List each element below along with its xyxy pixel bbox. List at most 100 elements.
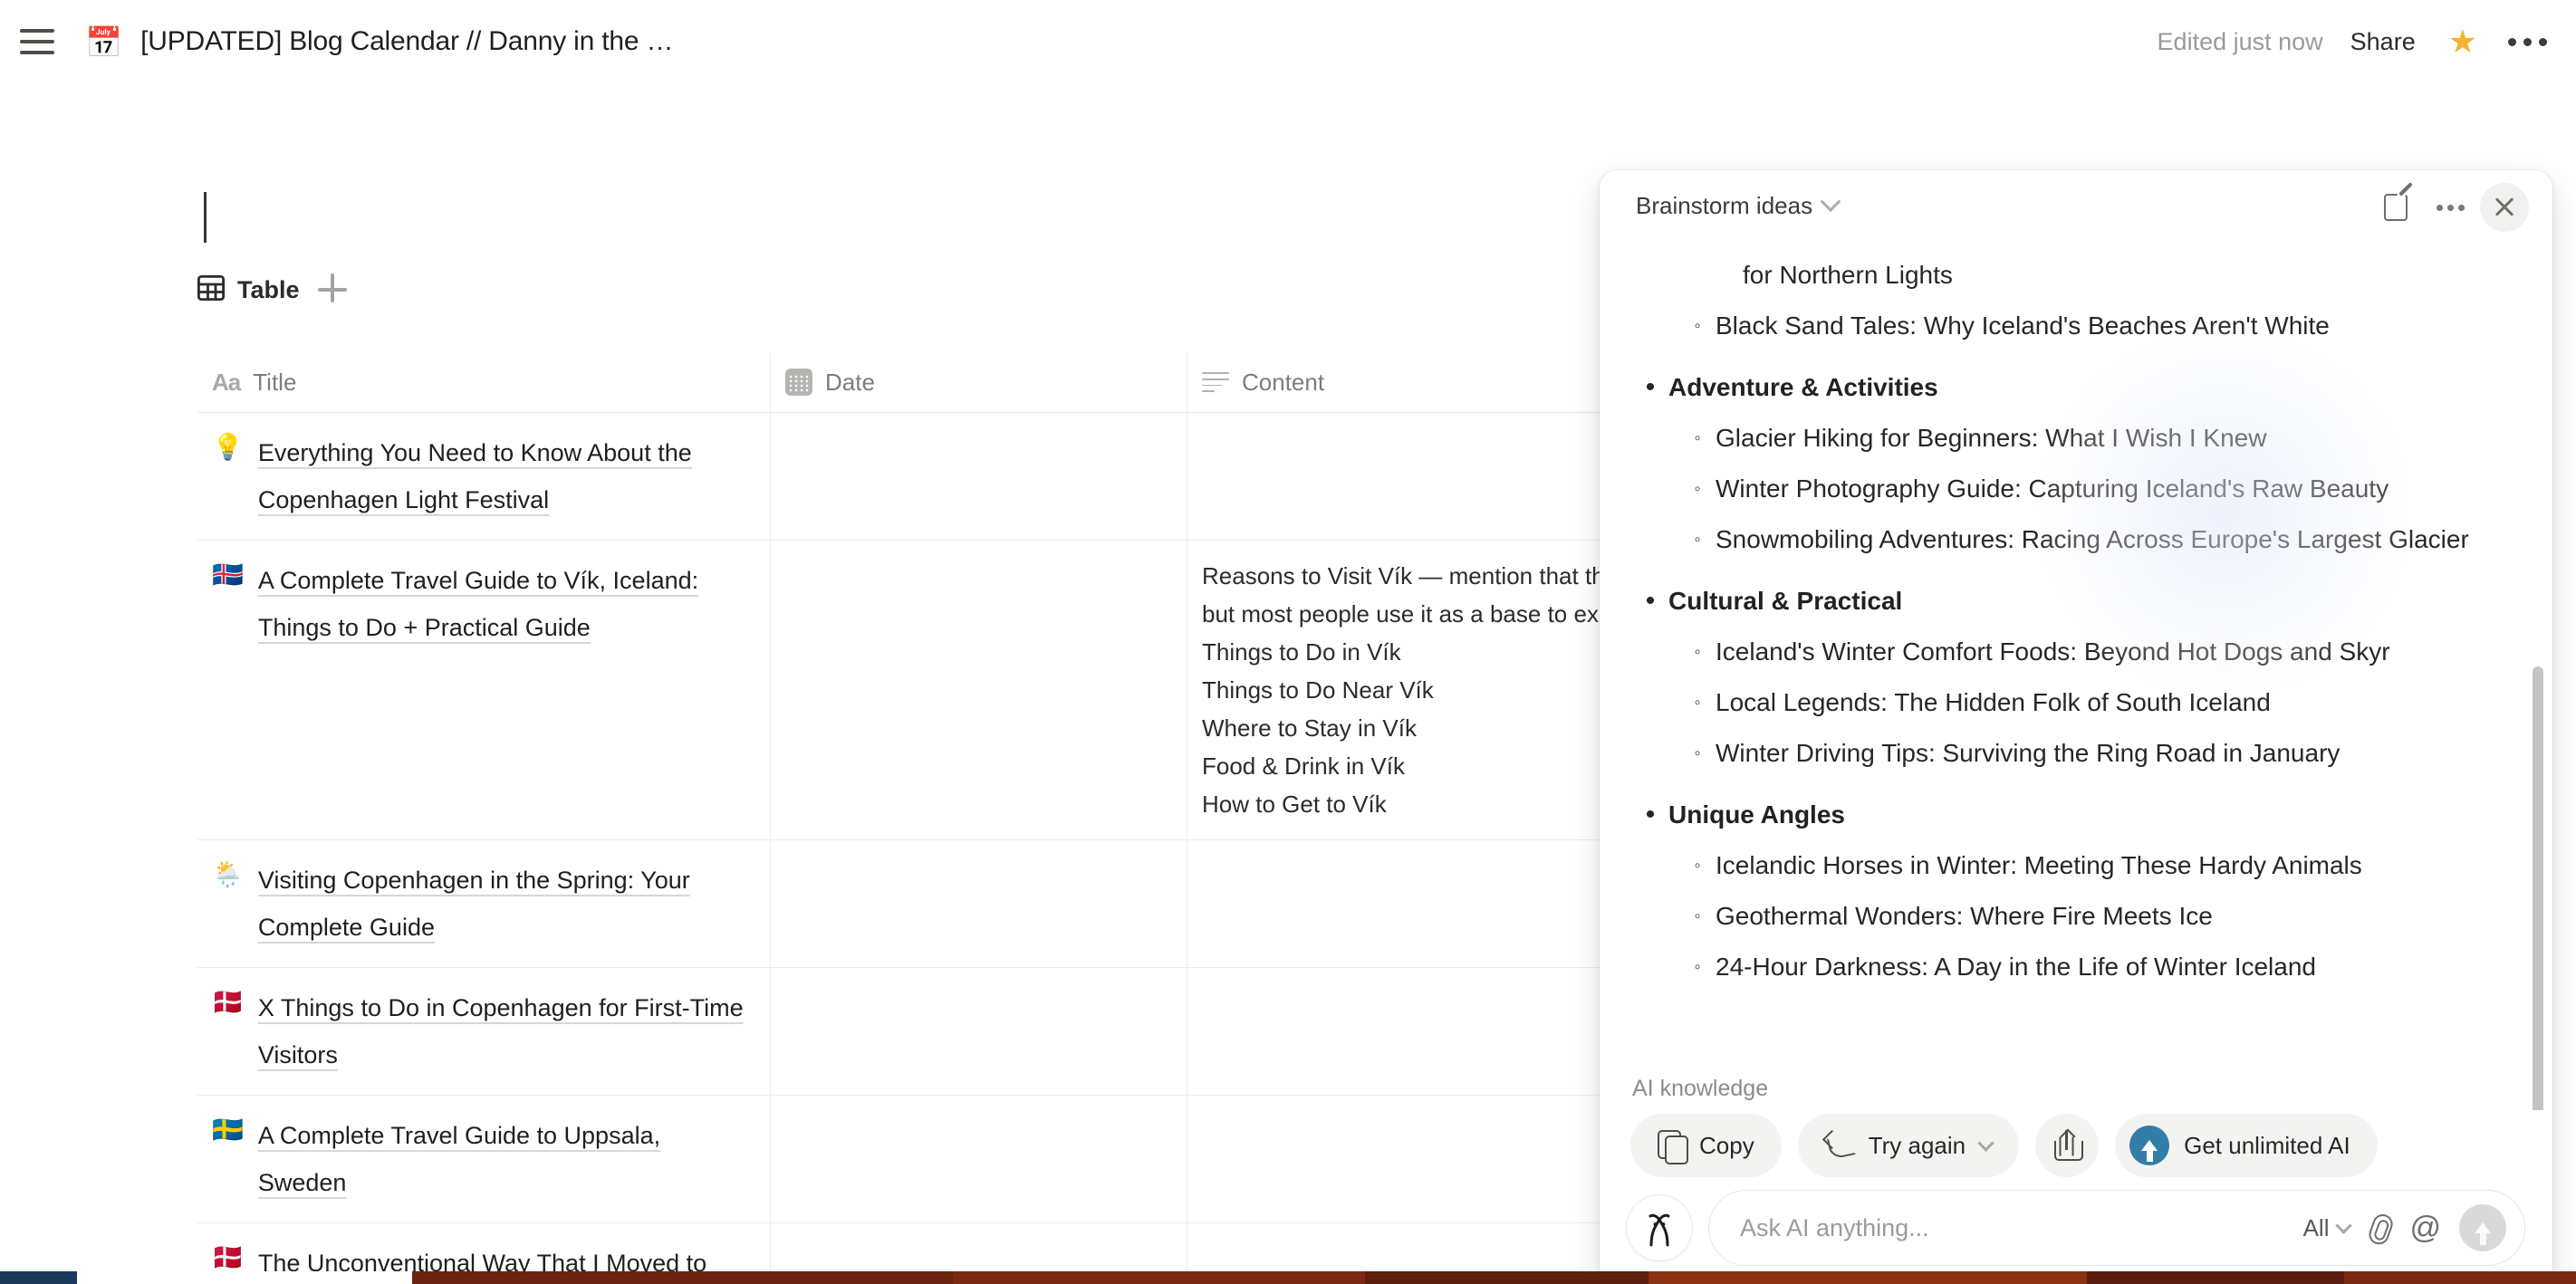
ask-ai-input[interactable]: Ask AI anything... All @ xyxy=(1708,1190,2525,1266)
page-title[interactable]: [UPDATED] Blog Calendar // Danny in the … xyxy=(140,26,673,57)
row-emoji-icon: 🌦️ xyxy=(212,860,244,888)
ai-list-subitem-text: Winter Photography Guide: Capturing Icel… xyxy=(1716,474,2389,503)
hollow-bullet-icon: ◦ xyxy=(1694,530,1701,550)
ai-sparkle-icon[interactable] xyxy=(1627,1195,1692,1260)
row-title-link[interactable]: A Complete Travel Guide to Vík, Iceland:… xyxy=(258,557,754,651)
os-strip-segment xyxy=(412,1271,954,1284)
scrollbar-thumb[interactable] xyxy=(2533,666,2543,1110)
favorite-star-icon[interactable]: ★ xyxy=(2448,25,2477,58)
share-icon xyxy=(2054,1128,2084,1161)
edit-pencil-icon[interactable] xyxy=(2371,183,2420,232)
cell-title[interactable]: 🇸🇪 A Complete Travel Guide to Uppsala, S… xyxy=(197,1096,771,1222)
ai-list-subitem: ◦ Winter Photography Guide: Capturing Ic… xyxy=(1679,464,2511,514)
get-unlimited-ai-button[interactable]: Get unlimited AI xyxy=(2115,1114,2378,1177)
ai-list-subitem: ◦ Snowmobiling Adventures: Racing Across… xyxy=(1679,514,2511,565)
more-options-icon[interactable] xyxy=(2508,37,2547,46)
ai-list-subitem: ◦ Local Legends: The Hidden Folk of Sout… xyxy=(1679,677,2511,728)
text-lines-icon xyxy=(1202,372,1229,392)
ai-list-subitem-text: Local Legends: The Hidden Folk of South … xyxy=(1716,688,2271,716)
ai-list-subitem-text: Black Sand Tales: Why Iceland's Beaches … xyxy=(1716,311,2330,340)
text-aa-icon: Aa xyxy=(212,368,241,396)
cell-date[interactable] xyxy=(771,541,1187,839)
os-strip-segment xyxy=(953,1271,1366,1284)
arrow-up-circle-icon xyxy=(2129,1126,2170,1165)
hamburger-menu-icon[interactable] xyxy=(20,23,58,61)
try-again-button-label: Try again xyxy=(1868,1131,1966,1159)
top-bar-right-actions: Edited just now Share ★ xyxy=(2158,0,2552,83)
cell-title[interactable]: 🇩🇰 X Things to Do in Copenhagen for Firs… xyxy=(197,968,771,1095)
ai-list-subitem-text: 24-Hour Darkness: A Day in the Life of W… xyxy=(1716,953,2316,981)
column-header-title-label: Title xyxy=(253,368,297,396)
hollow-bullet-icon: ◦ xyxy=(1694,906,1701,926)
cell-title[interactable]: 💡 Everything You Need to Know About the … xyxy=(197,413,771,540)
os-strip-segment xyxy=(1648,1271,2087,1284)
cell-date[interactable] xyxy=(771,968,1187,1095)
app-root: 📅 [UPDATED] Blog Calendar // Danny in th… xyxy=(0,0,2576,1284)
ai-list-subitem: ◦ Black Sand Tales: Why Iceland's Beache… xyxy=(1679,301,2511,351)
try-again-button[interactable]: Try again xyxy=(1797,1114,2020,1177)
cell-date[interactable] xyxy=(771,413,1187,540)
tab-table-label: Table xyxy=(237,275,300,303)
cell-date[interactable] xyxy=(771,840,1187,967)
copy-button[interactable]: Copy xyxy=(1630,1114,1782,1177)
chevron-down-icon xyxy=(2335,1216,2353,1234)
scope-selector[interactable]: All xyxy=(2302,1213,2353,1242)
ai-list-subitem: ◦ Iceland's Winter Comfort Foods: Beyond… xyxy=(1679,627,2511,677)
row-title-link[interactable]: X Things to Do in Copenhagen for First-T… xyxy=(258,984,754,1078)
hollow-bullet-icon: ◦ xyxy=(1694,743,1701,763)
paperclip-icon[interactable] xyxy=(2364,1211,2396,1246)
cell-title[interactable]: 🌦️ Visiting Copenhagen in the Spring: Yo… xyxy=(197,840,771,967)
os-strip-segment xyxy=(0,1271,78,1284)
column-header-date-label: Date xyxy=(825,368,875,396)
ai-result-scrollbar[interactable] xyxy=(2533,241,2543,1110)
hollow-bullet-icon: ◦ xyxy=(1694,856,1701,876)
database-view-bar: Table xyxy=(197,273,351,306)
row-title-link[interactable]: Everything You Need to Know About the Co… xyxy=(258,429,754,523)
copy-icon xyxy=(1658,1130,1688,1164)
cell-title[interactable]: 🇮🇸 A Complete Travel Guide to Vík, Icela… xyxy=(197,541,771,839)
more-options-icon[interactable] xyxy=(2426,183,2475,232)
text-cursor xyxy=(204,192,207,243)
ai-assistant-panel: Brainstorm ideas for Northern Lights ◦ B… xyxy=(1600,170,2552,1284)
ai-mode-selector[interactable]: Brainstorm ideas xyxy=(1636,191,1841,220)
column-header-title[interactable]: Aa Title xyxy=(197,352,771,412)
bullet-icon: • xyxy=(1645,372,1656,402)
row-emoji-icon: 🇸🇪 xyxy=(212,1116,244,1144)
hollow-bullet-icon: ◦ xyxy=(1694,957,1701,977)
row-emoji-icon: 🇩🇰 xyxy=(212,988,244,1016)
close-icon[interactable] xyxy=(2480,183,2529,232)
row-title-link[interactable]: A Complete Travel Guide to Uppsala, Swed… xyxy=(258,1112,754,1206)
calendar-emoji-icon: 📅 xyxy=(85,24,123,59)
scope-selector-label: All xyxy=(2302,1213,2330,1241)
ai-source-label: AI knowledge xyxy=(1632,1076,1769,1101)
ai-panel-header: Brainstorm ideas xyxy=(1600,170,2552,241)
ai-group-heading-row: • Adventure & Activities xyxy=(1632,362,2511,413)
ai-list-subitem-text: Winter Driving Tips: Surviving the Ring … xyxy=(1716,739,2341,767)
ai-group-heading: Adventure & Activities xyxy=(1668,373,1938,401)
chevron-down-icon xyxy=(1820,191,1841,213)
send-arrow-icon[interactable] xyxy=(2459,1204,2506,1251)
ai-group-heading: Unique Angles xyxy=(1668,800,1845,829)
ai-list-subitem: ◦ Winter Driving Tips: Surviving the Rin… xyxy=(1679,728,2511,779)
os-strip-segment xyxy=(2343,1271,2576,1284)
row-title-link[interactable]: Visiting Copenhagen in the Spring: Your … xyxy=(258,857,754,951)
ai-group-heading-row: • Cultural & Practical xyxy=(1632,576,2511,627)
at-mention-icon[interactable]: @ xyxy=(2409,1212,2441,1243)
hollow-bullet-icon: ◦ xyxy=(1694,316,1701,336)
undo-arrow-icon xyxy=(1825,1133,1854,1158)
top-bar: 📅 [UPDATED] Blog Calendar // Danny in th… xyxy=(0,0,2576,83)
ai-list-group: • Cultural & Practical ◦ Iceland's Winte… xyxy=(1632,576,2511,779)
share-button[interactable] xyxy=(2035,1114,2100,1177)
copy-button-label: Copy xyxy=(1699,1131,1754,1159)
tab-table[interactable]: Table xyxy=(197,274,300,305)
add-view-button[interactable] xyxy=(317,273,351,306)
ai-result-scroll-area[interactable]: for Northern Lights ◦ Black Sand Tales: … xyxy=(1600,241,2552,1110)
table-grid-icon xyxy=(197,274,226,305)
chevron-down-icon xyxy=(1977,1134,1994,1152)
cell-date[interactable] xyxy=(771,1096,1187,1222)
bullet-icon: • xyxy=(1645,586,1656,616)
share-button[interactable]: Share xyxy=(2350,28,2416,56)
ai-input-row: Ask AI anything... All @ xyxy=(1627,1190,2525,1266)
get-unlimited-ai-label: Get unlimited AI xyxy=(2184,1131,2350,1159)
column-header-date[interactable]: Date xyxy=(771,352,1187,412)
